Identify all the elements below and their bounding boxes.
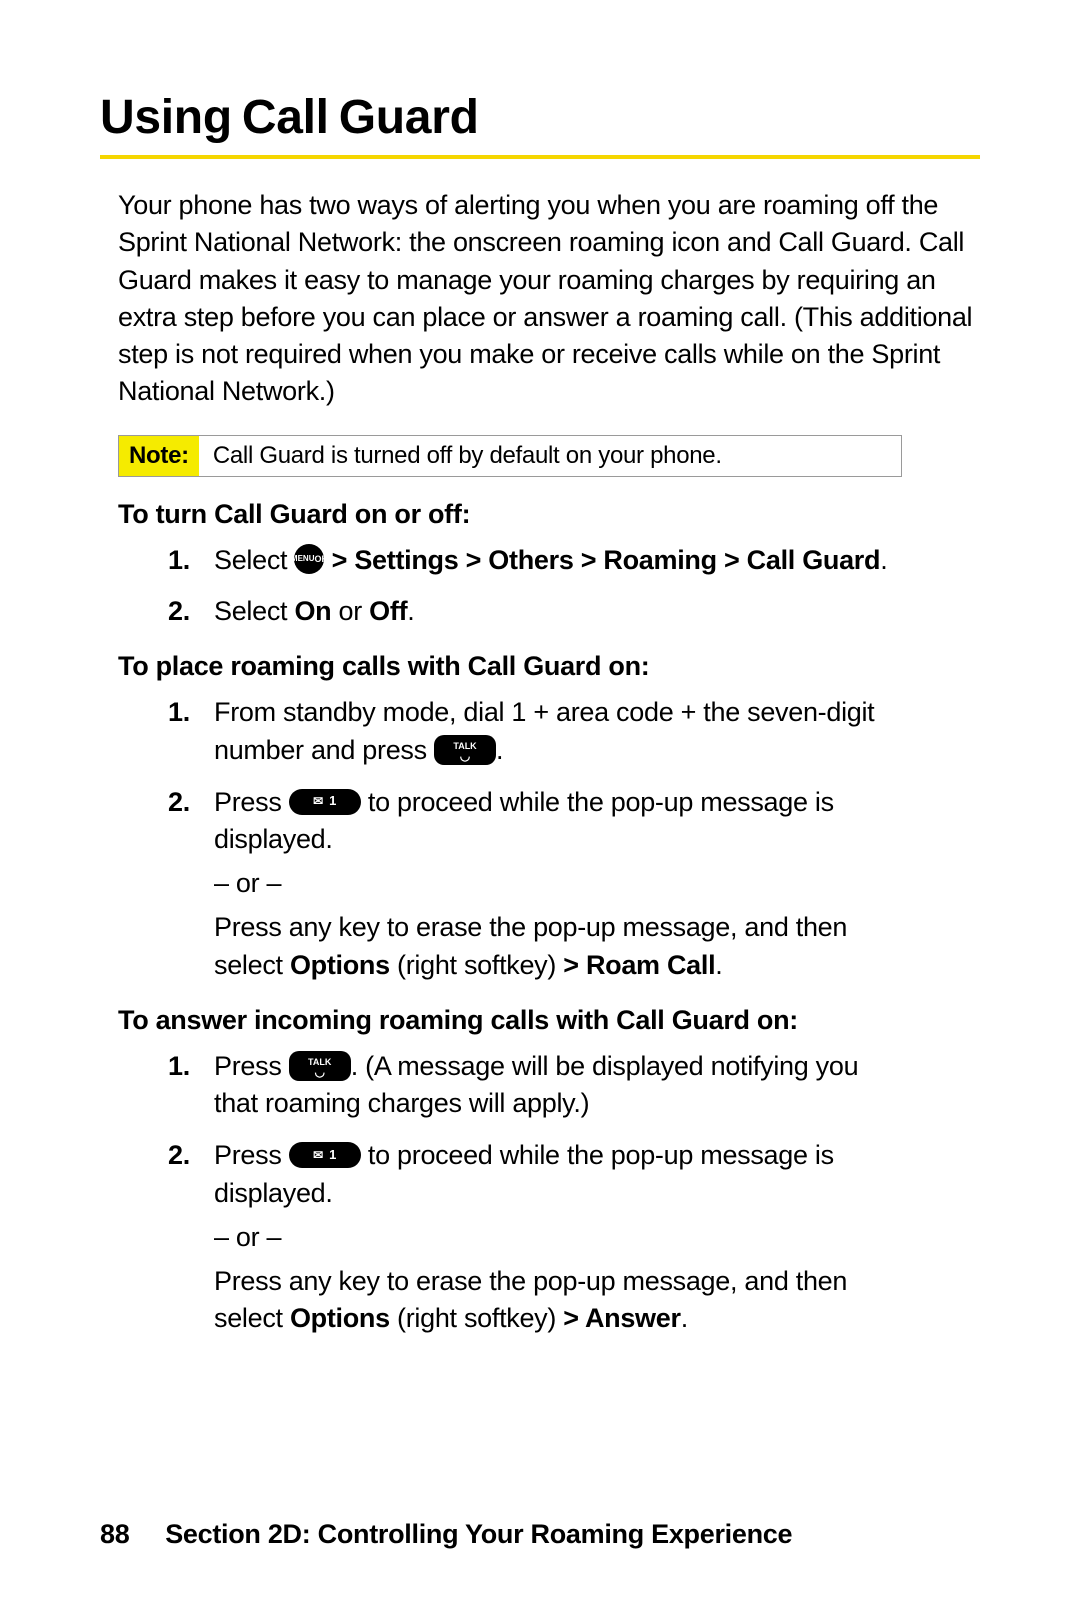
page-footer: 88 Section 2D: Controlling Your Roaming … [100, 1519, 792, 1550]
steps-place-roaming: From standby mode, dial 1 + area code + … [168, 694, 980, 985]
step-text: Select [214, 596, 294, 626]
softkey-options: Options [290, 1303, 390, 1333]
one-key-icon: ✉1 [289, 1142, 361, 1168]
step: Press ✉1 to proceed while the pop-up mes… [168, 1137, 980, 1338]
step-text: Press [214, 1051, 289, 1081]
step-path: > Settings > Others > Roaming > Call Gua… [324, 545, 880, 575]
step-text: or [331, 596, 369, 626]
step: Press TALK◡. (A message will be displaye… [168, 1048, 980, 1124]
step-text: . [496, 735, 503, 765]
step-text: . [407, 596, 414, 626]
intro-paragraph: Your phone has two ways of alerting you … [118, 187, 980, 411]
or-separator: – or – [214, 865, 900, 903]
subhead-turn-on-off: To turn Call Guard on or off: [118, 499, 980, 530]
menu-roam-call: > Roam Call [563, 950, 715, 980]
step-text: (right softkey) [390, 950, 563, 980]
one-key-icon: ✉1 [289, 789, 361, 815]
talk-key-icon: TALK◡ [434, 735, 496, 765]
or-separator: – or – [214, 1219, 900, 1257]
manual-page: Using Call Guard Your phone has two ways… [0, 0, 1080, 1620]
heading-rule [100, 155, 980, 159]
step-text: . [715, 950, 722, 980]
step: Select MENUOK > Settings > Others > Roam… [168, 542, 980, 580]
note-box: Note: Call Guard is turned off by defaul… [118, 435, 902, 477]
step: From standby mode, dial 1 + area code + … [168, 694, 980, 770]
page-heading: Using Call Guard [100, 90, 980, 145]
steps-turn-on-off: Select MENUOK > Settings > Others > Roam… [168, 542, 980, 632]
softkey-options: Options [290, 950, 390, 980]
step: Press ✉1 to proceed while the pop-up mes… [168, 784, 980, 985]
steps-answer-roaming: Press TALK◡. (A message will be displaye… [168, 1048, 980, 1339]
note-label: Note: [119, 436, 199, 476]
step-text: . [681, 1303, 688, 1333]
option-off: Off [369, 596, 407, 626]
note-text: Call Guard is turned off by default on y… [199, 436, 901, 476]
step-text: Press [214, 787, 289, 817]
menu-answer: > Answer [563, 1303, 680, 1333]
step-text: From standby mode, dial 1 + area code + … [214, 697, 874, 765]
step-text: Press [214, 1140, 289, 1170]
section-title: Section 2D: Controlling Your Roaming Exp… [165, 1519, 792, 1549]
step-text: Select [214, 545, 294, 575]
talk-key-icon: TALK◡ [289, 1051, 351, 1081]
subhead-answer-roaming: To answer incoming roaming calls with Ca… [118, 1005, 980, 1036]
step: Select On or Off. [168, 593, 980, 631]
option-on: On [294, 596, 331, 626]
page-number: 88 [100, 1519, 158, 1550]
step-text: . [880, 545, 887, 575]
subhead-place-roaming: To place roaming calls with Call Guard o… [118, 651, 980, 682]
menu-ok-key-icon: MENUOK [294, 544, 324, 574]
step-text: (right softkey) [390, 1303, 563, 1333]
